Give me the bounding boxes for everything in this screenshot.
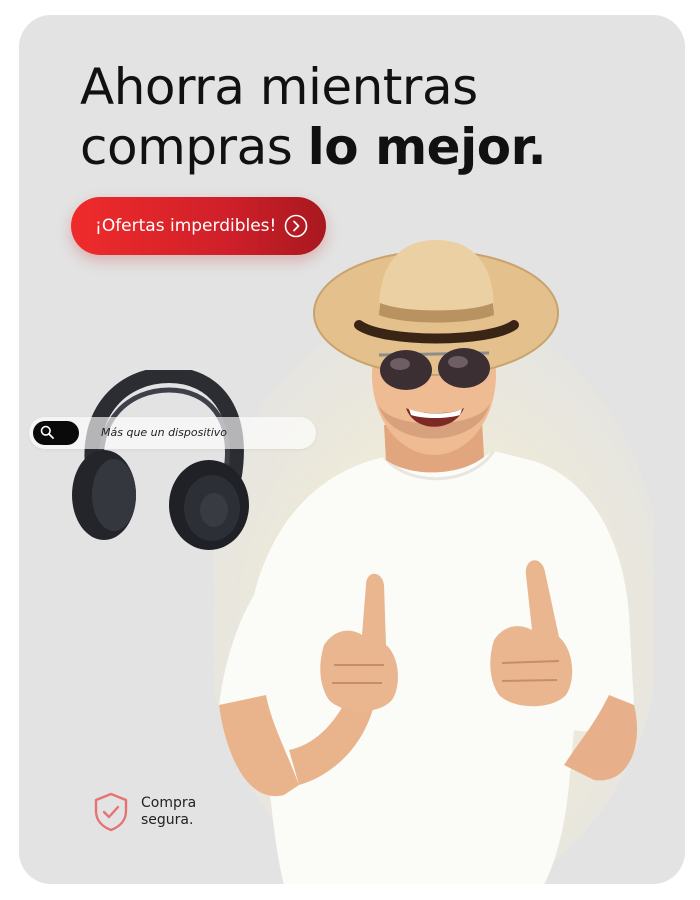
promo-card: Ahorra mientras compras lo mejor. ¡Ofert… <box>19 15 685 884</box>
secure-purchase-label: Compra segura. <box>141 795 231 829</box>
headline-regular: compras <box>80 118 308 176</box>
headline-bold: lo mejor. <box>307 118 547 176</box>
secure-line-2: segura. <box>141 812 194 828</box>
search-button[interactable] <box>33 421 79 445</box>
search-text: Más que un dispositivo <box>101 426 227 439</box>
headline-line-2: compras lo mejor. <box>80 117 547 177</box>
smiling-man-image <box>214 240 654 884</box>
headphones-image <box>72 370 249 550</box>
shield-check-icon <box>93 792 129 836</box>
headline-line-1: Ahorra mientras <box>80 58 478 116</box>
secure-line-1: Compra <box>141 795 197 811</box>
search-icon <box>40 424 54 443</box>
headline: Ahorra mientras compras lo mejor. <box>80 57 547 177</box>
search-bar[interactable]: Más que un dispositivo <box>29 417 316 449</box>
